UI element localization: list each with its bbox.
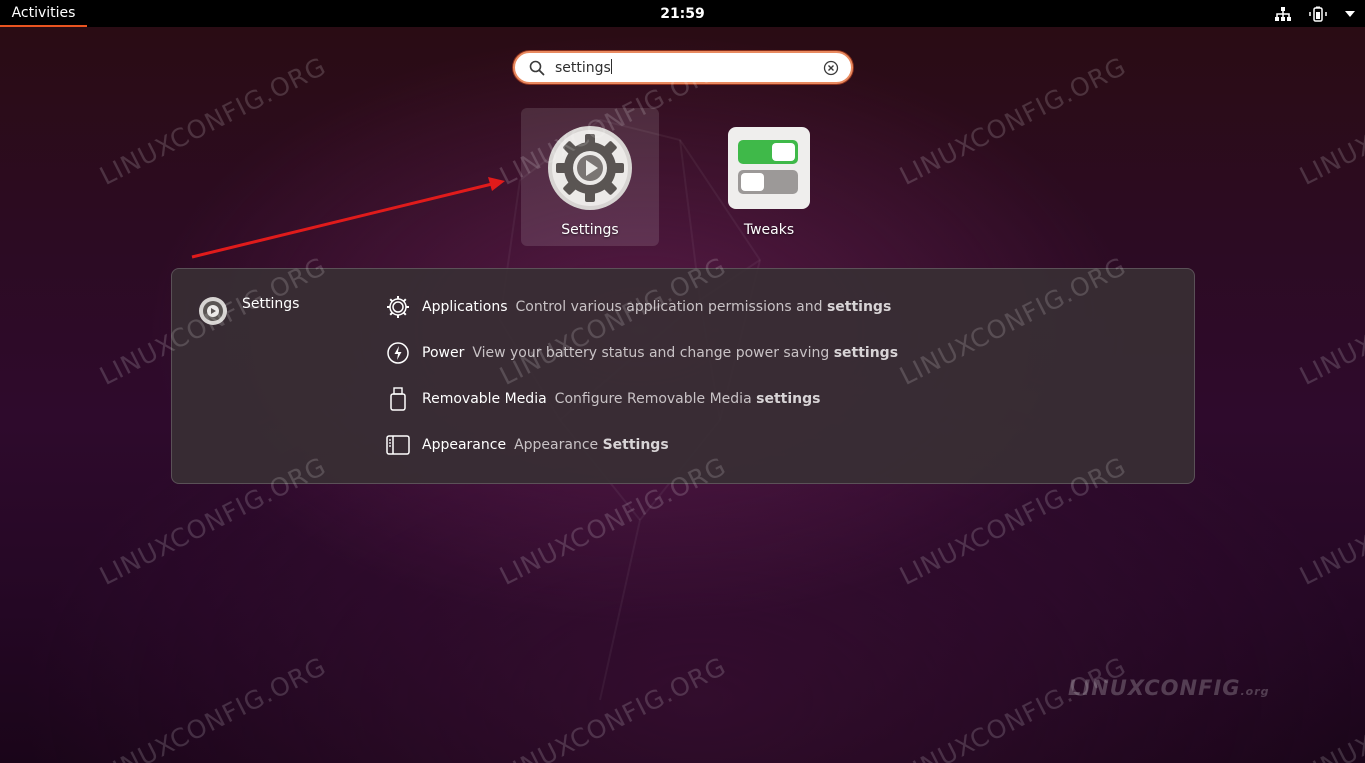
- search-input[interactable]: settings: [555, 59, 612, 76]
- network-icon[interactable]: [1275, 6, 1291, 21]
- result-name: Applications: [422, 299, 508, 315]
- text-caret: [610, 59, 612, 74]
- usb-drive-icon: [385, 386, 411, 412]
- system-tray[interactable]: [1275, 0, 1355, 27]
- tweaks-toggle-icon: [726, 125, 812, 211]
- provider-label: Settings: [242, 296, 300, 312]
- appearance-icon: [385, 432, 411, 458]
- app-label: Settings: [561, 222, 619, 238]
- activities-button[interactable]: Activities: [0, 0, 87, 27]
- applications-gear-icon: [385, 294, 411, 320]
- result-description: View your battery status and change powe…: [472, 345, 899, 361]
- result-highlight: settings: [826, 299, 892, 315]
- activities-label: Activities: [11, 4, 76, 21]
- clear-icon[interactable]: [823, 60, 839, 80]
- result-highlight: settings: [756, 391, 821, 407]
- result-item-power[interactable]: Power View your battery status and chang…: [385, 339, 898, 367]
- battery-icon[interactable]: [1309, 6, 1327, 22]
- settings-gear-icon: [547, 125, 633, 211]
- result-item-appearance[interactable]: Appearance Appearance Settings: [385, 431, 669, 459]
- search-field[interactable]: settings: [513, 51, 853, 84]
- result-item-applications[interactable]: Applications Control various application…: [385, 293, 891, 321]
- search-icon: [529, 60, 545, 80]
- result-name: Power: [422, 345, 465, 361]
- search-input-value: settings: [555, 60, 611, 76]
- app-label: Tweaks: [743, 222, 795, 238]
- result-description: Configure Removable Media settings: [554, 391, 821, 407]
- result-provider-settings[interactable]: Settings: [198, 296, 299, 330]
- power-icon: [385, 340, 411, 366]
- result-highlight: Settings: [602, 437, 669, 453]
- result-description: Appearance Settings: [514, 437, 669, 453]
- clock: 21:59: [0, 0, 1365, 27]
- app-tile-tweaks[interactable]: Tweaks: [700, 108, 838, 246]
- search-results-panel: Settings Applications Control various ap…: [171, 268, 1195, 484]
- clock-text[interactable]: 21:59: [660, 6, 705, 22]
- result-name: Appearance: [422, 437, 507, 453]
- settings-provider-icon: [198, 296, 228, 330]
- linuxconfig-logo: LINUXCONFIG.org: [1068, 676, 1270, 700]
- result-name: Removable Media: [422, 391, 547, 407]
- app-tile-settings[interactable]: Settings: [521, 108, 659, 246]
- result-description: Control various application permissions …: [515, 299, 892, 315]
- result-item-removable-media[interactable]: Removable Media Configure Removable Medi…: [385, 385, 820, 413]
- menu-caret-icon[interactable]: [1345, 10, 1355, 17]
- result-highlight: settings: [833, 345, 899, 361]
- top-bar: Activities 21:59: [0, 0, 1365, 27]
